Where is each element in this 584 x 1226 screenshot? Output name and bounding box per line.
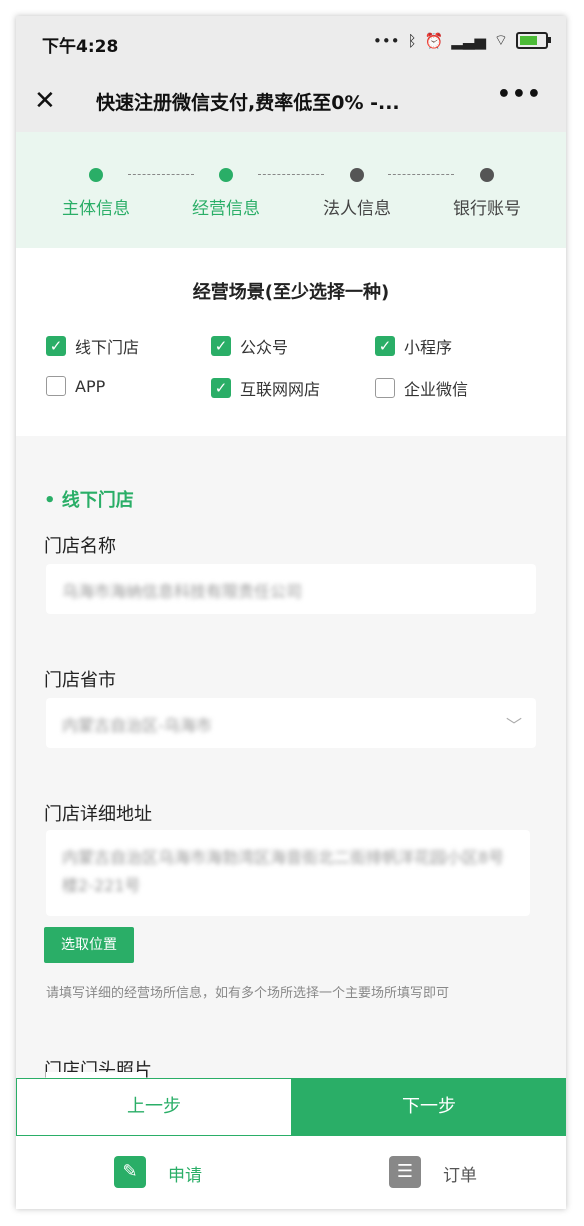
- more-dots-icon: •••: [373, 31, 400, 50]
- pick-location-button[interactable]: 选取位置: [44, 927, 134, 963]
- step-label: 主体信息: [62, 199, 130, 219]
- checkbox-unchecked-icon[interactable]: [46, 376, 66, 396]
- apply-icon: ✎: [114, 1156, 146, 1188]
- checkbox-checked-icon[interactable]: ✓: [375, 336, 395, 356]
- address-hint: 请填写详细的经营场所信息，如有多个场所选择一个主要场所填写即可: [46, 986, 450, 1001]
- step-label: 经营信息: [192, 199, 260, 219]
- store-name-input[interactable]: 乌海市海纳信息科技有限责任公司: [46, 564, 536, 614]
- step-bank-account: 银行账号: [422, 168, 552, 219]
- status-bar: 下午4:28 ••• ᛒ ⏰ ▂▃▅ ⌔: [16, 16, 566, 68]
- checkbox-checked-icon[interactable]: ✓: [46, 336, 66, 356]
- step-dot: [350, 168, 364, 182]
- step-dot: [480, 168, 494, 182]
- checkbox-official-account[interactable]: ✓ 公众号: [211, 334, 288, 358]
- store-city-label: 门店省市: [44, 670, 116, 691]
- store-address-textarea[interactable]: 内蒙古自治区乌海市海勃湾区海音街北二街排帆洋花园小区8号楼2-221号: [46, 830, 530, 916]
- checkbox-label: 互联网网店: [240, 380, 321, 399]
- store-address-label: 门店详细地址: [44, 804, 152, 825]
- store-name-value: 乌海市海纳信息科技有限责任公司: [62, 582, 303, 601]
- checkbox-app[interactable]: APP: [46, 376, 105, 396]
- store-city-value: 内蒙古自治区-乌海市: [62, 716, 212, 735]
- checkbox-label: 企业微信: [404, 380, 469, 399]
- step-legal-info: 法人信息: [292, 168, 422, 219]
- checkbox-label: 线下门店: [75, 338, 140, 357]
- store-city-select[interactable]: 内蒙古自治区-乌海市 ﹀: [46, 698, 536, 748]
- checkbox-offline-store[interactable]: ✓ 线下门店: [46, 334, 139, 358]
- tab-apply[interactable]: ✎ 申请: [16, 1136, 291, 1209]
- step-dot: [89, 168, 103, 182]
- battery-icon: [516, 32, 551, 49]
- bluetooth-icon: ᛒ: [407, 31, 417, 50]
- store-name-label: 门店名称: [44, 536, 116, 557]
- checkbox-mini-program[interactable]: ✓ 小程序: [375, 334, 452, 358]
- business-scene-panel: 经营场景(至少选择一种) ✓ 线下门店 ✓ 公众号 ✓ 小程序 APP ✓ 互联…: [16, 248, 566, 436]
- phone-screen: 下午4:28 ••• ᛒ ⏰ ▂▃▅ ⌔ ✕ 快速注册微信支付,费率低至0% -…: [16, 16, 566, 1209]
- progress-steps: 主体信息 经营信息 法人信息 银行账号: [16, 132, 566, 248]
- wifi-icon: ⌔: [493, 31, 508, 49]
- step-dot: [219, 168, 233, 182]
- checkbox-checked-icon[interactable]: ✓: [211, 336, 231, 356]
- tab-label: 订单: [443, 1166, 477, 1186]
- chevron-down-icon: ﹀: [505, 716, 522, 735]
- checkbox-unchecked-icon[interactable]: [375, 378, 395, 398]
- page-title: 快速注册微信支付,费率低至0% -...: [96, 92, 400, 114]
- tab-orders[interactable]: ☰ 订单: [291, 1136, 566, 1209]
- section-title-offline-store: • 线下门店: [44, 490, 134, 511]
- step-main-info: 主体信息: [31, 168, 161, 219]
- status-time: 下午4:28: [42, 37, 119, 57]
- more-icon[interactable]: •••: [497, 82, 542, 107]
- next-step-button[interactable]: 下一步: [292, 1078, 566, 1136]
- signal-icon: ▂▃▅: [451, 31, 486, 50]
- step-label: 法人信息: [323, 199, 391, 219]
- tab-label: 申请: [168, 1166, 202, 1186]
- store-address-value: 内蒙古自治区乌海市海勃湾区海音街北二街排帆洋花园小区8号楼2-221号: [62, 848, 505, 895]
- checkbox-label: 小程序: [404, 338, 453, 357]
- checkbox-checked-icon[interactable]: ✓: [211, 378, 231, 398]
- checkbox-label: APP: [75, 376, 106, 396]
- checkbox-wecom[interactable]: 企业微信: [375, 376, 468, 400]
- status-icons: ••• ᛒ ⏰ ▂▃▅ ⌔: [373, 31, 551, 50]
- scene-heading: 经营场景(至少选择一种): [192, 282, 390, 303]
- prev-step-button[interactable]: 上一步: [16, 1078, 292, 1136]
- alarm-icon: ⏰: [424, 31, 444, 50]
- order-clipboard-icon: ☰: [389, 1156, 421, 1188]
- close-icon[interactable]: ✕: [34, 86, 56, 116]
- step-actions: 上一步 下一步: [16, 1078, 566, 1136]
- step-business-info: 经营信息: [161, 168, 291, 219]
- checkbox-label: 公众号: [240, 338, 289, 357]
- checkbox-online-shop[interactable]: ✓ 互联网网店: [211, 376, 320, 400]
- nav-bar: ✕ 快速注册微信支付,费率低至0% -... •••: [16, 68, 566, 132]
- step-label: 银行账号: [453, 199, 521, 219]
- tab-bar: ✎ 申请 ☰ 订单: [16, 1136, 566, 1209]
